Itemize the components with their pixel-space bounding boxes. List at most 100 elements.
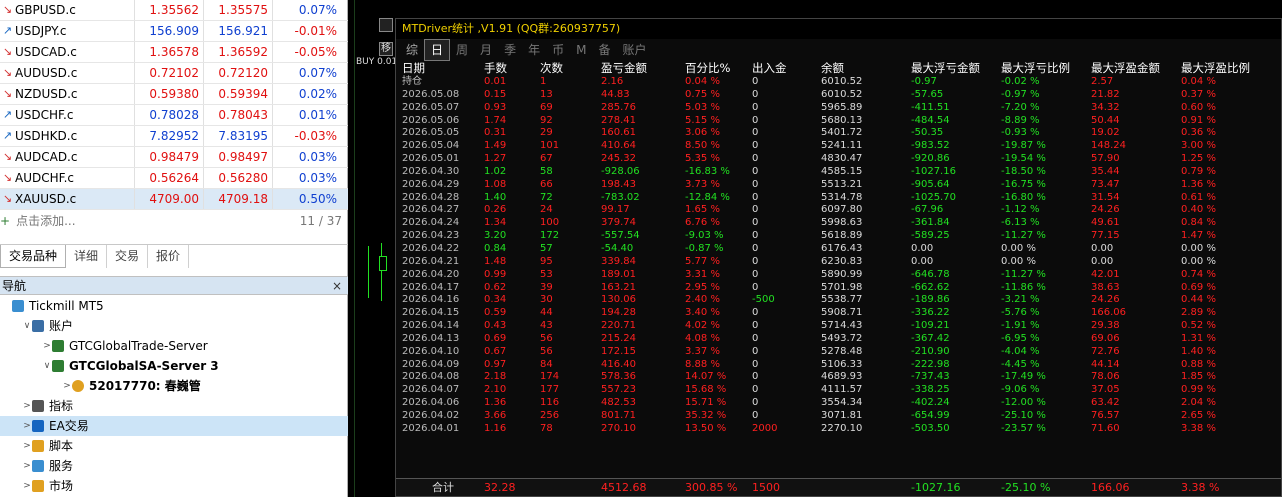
- cell-mfl: -0.97: [911, 76, 937, 87]
- panel-tab[interactable]: 账户: [616, 40, 652, 60]
- panel-tab[interactable]: 币: [546, 40, 570, 60]
- stats-row: 2026.05.01 1.27 67 245.32 5.35 % 0 4830.47 -920…: [396, 153, 1281, 166]
- cell-mfp: 19.02: [1091, 127, 1120, 139]
- cell-pnl: 172.15: [601, 345, 636, 357]
- buy-line-label: BUY 0.01: [356, 57, 398, 67]
- market-watch-row[interactable]: ↘ NZDUSD.c 0.59380 0.59394 0.02%: [0, 84, 348, 105]
- panel-tab[interactable]: 年: [522, 40, 546, 60]
- tab-details[interactable]: 详细: [66, 245, 108, 268]
- cell-dw: 0: [752, 153, 759, 165]
- arrow-down-icon: ↘: [2, 150, 13, 163]
- chevron-right-icon[interactable]: >: [62, 376, 72, 396]
- nav-item[interactable]: > 脚本: [0, 436, 348, 456]
- panel-toggle-button[interactable]: [379, 18, 393, 32]
- cell-mfp: 57.90: [1091, 153, 1120, 165]
- column-header: 最大浮亏比例: [1001, 61, 1070, 75]
- chevron-right-icon[interactable]: >: [22, 476, 32, 496]
- cell-lots: 0.01: [484, 76, 507, 87]
- close-icon[interactable]: ×: [332, 277, 342, 296]
- cell-pnl: 160.61: [601, 127, 636, 139]
- market-watch-row[interactable]: ↘ AUDCAD.c 0.98479 0.98497 0.03%: [0, 147, 348, 168]
- nav-item[interactable]: > 服务: [0, 456, 348, 476]
- market-watch-row[interactable]: ↘ USDCAD.c 1.36578 1.36592 -0.05%: [0, 42, 348, 63]
- stats-row: 2026.04.23 3.20 172 -557.54 -9.03 % 0 5618.89 -…: [396, 230, 1281, 243]
- cell-mfl: -411.51: [911, 101, 950, 113]
- cell-dw: 0: [752, 230, 759, 242]
- panel-tabs: 综日周月季年币 M 备账户: [396, 39, 1281, 61]
- cell-pnl: 220.71: [601, 320, 636, 332]
- cell-mfpp: 1.36 %: [1181, 178, 1216, 190]
- panel-tab[interactable]: 备: [592, 40, 616, 60]
- nav-item[interactable]: ∨ GTCGlobalSA-Server 3: [0, 356, 348, 376]
- tab-symbols[interactable]: 交易品种: [0, 245, 67, 268]
- nav-item[interactable]: Tickmill MT5: [0, 296, 348, 316]
- nav-item[interactable]: ∨ 账户: [0, 316, 348, 336]
- nav-item[interactable]: > 市场: [0, 476, 348, 496]
- cell-count: 177: [540, 384, 560, 396]
- cell-mfpp: 0.44 %: [1181, 294, 1216, 306]
- chevron-right-icon[interactable]: >: [22, 416, 32, 436]
- stats-row: 2026.04.17 0.62 39 163.21 2.95 % 0 5701.98 -662…: [396, 282, 1281, 295]
- panel-tab[interactable]: 综: [400, 40, 424, 60]
- tab-trading[interactable]: 交易: [107, 245, 149, 268]
- stats-row: 2026.04.06 1.36 116 482.53 15.71 % 0 3554.34 -4…: [396, 397, 1281, 410]
- cell-pct: -0.87 %: [685, 242, 724, 254]
- cell-mfpp: 1.47 %: [1181, 230, 1216, 242]
- nav-item[interactable]: > 指标: [0, 396, 348, 416]
- chevron-down-icon[interactable]: ∨: [22, 316, 32, 336]
- chevron-down-icon[interactable]: ∨: [42, 356, 52, 376]
- cell-lots: 0.84: [484, 242, 507, 254]
- panel-tab[interactable]: 季: [498, 40, 522, 60]
- panel-tab[interactable]: 月: [474, 40, 498, 60]
- panel-tab[interactable]: 日: [424, 39, 451, 61]
- nav-item[interactable]: > GTCGlobalTrade-Server: [0, 336, 348, 356]
- chevron-right-icon[interactable]: >: [22, 456, 32, 476]
- cell-mfp: 37.05: [1091, 384, 1120, 396]
- market-watch-row[interactable]: ↘ AUDUSD.c 0.72102 0.72120 0.07%: [0, 63, 348, 84]
- bid-price: 4709.00: [135, 189, 204, 209]
- stats-row: 2026.05.07 0.93 69 285.76 5.03 % 0 5965.89 -411…: [396, 102, 1281, 115]
- nav-item[interactable]: > EA交易: [0, 416, 348, 436]
- market-watch-add-row[interactable]: + 点击添加... 11 / 37: [0, 210, 348, 232]
- panel-tab[interactable]: 周: [450, 40, 474, 60]
- market-watch-row[interactable]: ↘ GBPUSD.c 1.35562 1.35575 0.07%: [0, 0, 348, 21]
- cell-mfp: 71.60: [1091, 422, 1120, 434]
- cell-mfpp: 0.60 %: [1181, 101, 1216, 113]
- cell-pct: 8.88 %: [685, 358, 720, 370]
- bid-price: 0.59380: [135, 84, 204, 104]
- cell-mfp: 38.63: [1091, 281, 1120, 293]
- chevron-right-icon[interactable]: >: [42, 336, 52, 356]
- cell-lots: 0.69: [484, 332, 507, 344]
- chevron-right-icon[interactable]: >: [22, 396, 32, 416]
- cell-date: 2026.05.07: [402, 101, 460, 113]
- market-watch-row[interactable]: ↗ USDCHF.c 0.78028 0.78043 0.01%: [0, 105, 348, 126]
- tab-ticks[interactable]: 报价: [148, 245, 190, 268]
- ask-price: 7.83195: [204, 126, 273, 146]
- move-button[interactable]: 移: [379, 42, 393, 56]
- bid-price: 0.98479: [135, 147, 204, 167]
- cell-date: 2026.04.14: [402, 320, 460, 332]
- cell-dw: 0: [752, 345, 759, 357]
- nav-item[interactable]: >52017770: 春巍管: [0, 376, 348, 396]
- cell-date: 2026.04.29: [402, 178, 460, 190]
- cell-dw: 0: [752, 397, 759, 409]
- chevron-right-icon[interactable]: >: [22, 436, 32, 456]
- cell-date: 2026.05.08: [402, 88, 460, 100]
- nav-item-label: 市场: [49, 479, 74, 493]
- cell-date: 2026.05.06: [402, 114, 460, 126]
- market-watch-row[interactable]: ↘ XAUUSD.c 4709.00 4709.18 0.50%: [0, 189, 348, 210]
- cell-count: 56: [540, 332, 553, 344]
- market-watch-row[interactable]: ↘ AUDCHF.c 0.56264 0.56280 0.03%: [0, 168, 348, 189]
- cell-mfl: -210.90: [911, 345, 950, 357]
- cell-mfl: -905.64: [911, 178, 950, 190]
- cell-count: 53: [540, 268, 553, 280]
- market-watch-row[interactable]: ↗ USDHKD.c 7.82952 7.83195 -0.03%: [0, 126, 348, 147]
- cell-mflp: -7.20 %: [1001, 101, 1040, 113]
- cell-bal: 5714.43: [821, 320, 863, 332]
- market-watch-row[interactable]: ↗ USDJPY.c 156.909 156.921 -0.01%: [0, 21, 348, 42]
- cell-dw: 0: [752, 332, 759, 344]
- panel-tab[interactable]: M: [570, 40, 592, 60]
- cell-mfpp: 1.25 %: [1181, 153, 1216, 165]
- plus-icon: +: [0, 214, 11, 228]
- cell-pnl: 198.43: [601, 178, 636, 190]
